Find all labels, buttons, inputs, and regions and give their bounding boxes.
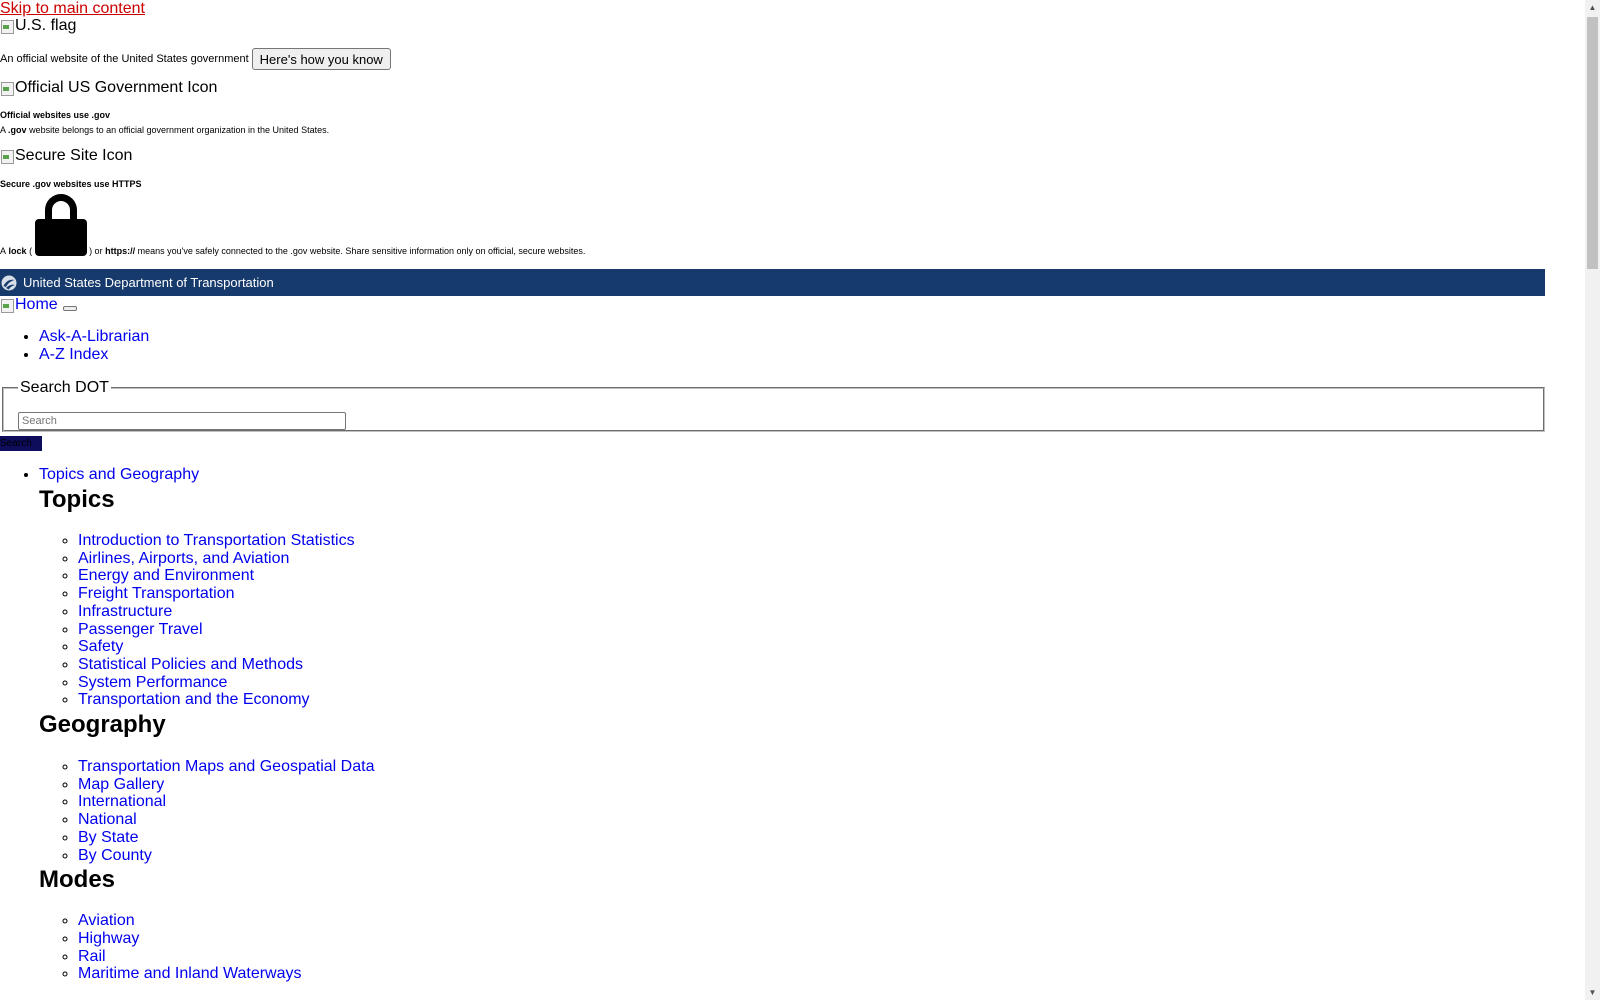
secure-icon-alt-text: Secure Site Icon bbox=[15, 147, 133, 164]
page: Skip to main content U.S. flag An offici… bbox=[0, 0, 1585, 1000]
topic-link[interactable]: Statistical Policies and Methods bbox=[78, 656, 303, 673]
topic-link[interactable]: Infrastructure bbox=[78, 603, 172, 620]
list-item: Safety bbox=[78, 638, 1539, 656]
secure-site-icon-image: Secure Site Icon bbox=[0, 147, 132, 165]
mode-link[interactable]: Maritime and Inland Waterways bbox=[78, 965, 302, 982]
list-item: National bbox=[78, 811, 1539, 829]
geography-link[interactable]: National bbox=[78, 811, 137, 828]
utility-item: Ask-A-Librarian bbox=[39, 328, 149, 346]
list-item: Statistical Policies and Methods bbox=[78, 656, 1539, 674]
ask-a-librarian-link[interactable]: Ask-A-Librarian bbox=[39, 328, 149, 345]
skip-to-main-link[interactable]: Skip to main content bbox=[0, 0, 145, 18]
list-item: Map Gallery bbox=[78, 776, 1539, 794]
list-item: Transportation and the Economy bbox=[78, 691, 1539, 709]
mode-link[interactable]: Aviation bbox=[78, 912, 135, 929]
topic-link[interactable]: Energy and Environment bbox=[78, 567, 254, 584]
utility-item: A-Z Index bbox=[39, 346, 149, 364]
list-item: System Performance bbox=[78, 674, 1539, 692]
list-item: Airlines, Airports, and Aviation bbox=[78, 550, 1539, 568]
list-item: Introduction to Transportation Statistic… bbox=[78, 532, 1539, 550]
list-item: Highway bbox=[78, 930, 1539, 948]
us-flag-alt-text: U.S. flag bbox=[15, 17, 77, 34]
gov-desc-suffix: website belongs to an official governmen… bbox=[29, 125, 330, 135]
dot-agency-name: United States Department of Transportati… bbox=[23, 275, 274, 290]
secure-desc-lock-word: lock bbox=[8, 246, 27, 256]
topic-link[interactable]: Freight Transportation bbox=[78, 585, 235, 602]
gov-desc-bold: .gov bbox=[8, 125, 27, 135]
secure-desc-rest: means you've safely connected to the .go… bbox=[137, 246, 586, 256]
modes-list: Aviation Highway Rail Maritime and Inlan… bbox=[39, 912, 1539, 983]
topics-heading: Topics bbox=[39, 486, 115, 513]
search-legend: Search DOT bbox=[20, 379, 109, 396]
secure-desc-paren-open: ( bbox=[29, 246, 33, 256]
scroll-up-arrow-icon[interactable]: ▲ bbox=[1585, 0, 1600, 15]
gov-description: A .gov website belongs to an official go… bbox=[0, 125, 329, 135]
utility-links: Ask-A-Librarian A-Z Index bbox=[0, 328, 149, 364]
topic-link[interactable]: Safety bbox=[78, 638, 123, 655]
broken-image-icon bbox=[0, 19, 14, 34]
topics-list: Introduction to Transportation Statistic… bbox=[39, 532, 1539, 709]
list-item: Aviation bbox=[78, 912, 1539, 930]
broken-image-icon bbox=[0, 298, 14, 313]
home-logo-link[interactable]: Home bbox=[0, 296, 58, 314]
home-alt-text: Home bbox=[15, 296, 58, 313]
main-navigation: Topics and Geography Topics Introduction… bbox=[0, 466, 1539, 983]
dot-agency-bar: United States Department of Transportati… bbox=[0, 269, 1545, 296]
geography-link[interactable]: By State bbox=[78, 829, 138, 846]
secure-title: Secure .gov websites use HTTPS bbox=[0, 179, 142, 189]
header-home-row: Home bbox=[0, 296, 77, 314]
secure-desc-paren-close: ) or bbox=[89, 246, 103, 256]
gov-desc-prefix: A bbox=[0, 125, 6, 135]
list-item: Maritime and Inland Waterways bbox=[78, 965, 1539, 983]
search-button[interactable]: Search bbox=[0, 436, 42, 451]
list-item: Infrastructure bbox=[78, 603, 1539, 621]
heres-how-you-know-button[interactable]: Here's how you know bbox=[251, 48, 391, 70]
topic-link[interactable]: Introduction to Transportation Statistic… bbox=[78, 532, 355, 549]
geography-link[interactable]: International bbox=[78, 793, 166, 810]
list-item: Transportation Maps and Geospatial Data bbox=[78, 758, 1539, 776]
geography-link[interactable]: Map Gallery bbox=[78, 776, 164, 793]
secure-description: A lock ( ) or https:// means you've safe… bbox=[0, 190, 585, 256]
search-input[interactable] bbox=[18, 412, 346, 430]
geography-heading: Geography bbox=[39, 711, 166, 739]
dot-logo-icon bbox=[1, 275, 17, 290]
search-fieldset: Search DOT bbox=[2, 380, 1545, 432]
secure-desc-https: https:// bbox=[105, 246, 136, 256]
list-item: By County bbox=[78, 847, 1539, 865]
geography-list: Transportation Maps and Geospatial Data … bbox=[39, 758, 1539, 864]
topic-link[interactable]: System Performance bbox=[78, 674, 227, 691]
list-item: By State bbox=[78, 829, 1539, 847]
topic-link[interactable]: Passenger Travel bbox=[78, 621, 203, 638]
mode-link[interactable]: Rail bbox=[78, 948, 106, 965]
broken-image-icon bbox=[0, 149, 14, 164]
vertical-scrollbar[interactable]: ▲ ▼ bbox=[1585, 0, 1600, 1000]
list-item: International bbox=[78, 793, 1539, 811]
broken-image-icon bbox=[0, 81, 14, 96]
a-z-index-link[interactable]: A-Z Index bbox=[39, 346, 108, 363]
list-item: Freight Transportation bbox=[78, 585, 1539, 603]
list-item: Passenger Travel bbox=[78, 621, 1539, 639]
menu-toggle-button[interactable] bbox=[62, 305, 77, 311]
us-flag-image: U.S. flag bbox=[0, 17, 76, 35]
list-item: Energy and Environment bbox=[78, 567, 1539, 585]
scroll-down-arrow-icon[interactable]: ▼ bbox=[1585, 985, 1600, 1000]
modes-heading: Modes bbox=[39, 866, 116, 894]
nav-item-topics-geography: Topics and Geography Topics Introduction… bbox=[39, 466, 1539, 983]
topic-link[interactable]: Transportation and the Economy bbox=[78, 691, 310, 708]
geography-link[interactable]: Transportation Maps and Geospatial Data bbox=[78, 758, 374, 775]
topic-link[interactable]: Airlines, Airports, and Aviation bbox=[78, 550, 289, 567]
lock-icon bbox=[35, 194, 88, 256]
official-website-line: An official website of the United States… bbox=[0, 48, 391, 70]
official-website-text: An official website of the United States… bbox=[0, 53, 249, 65]
official-gov-icon-image: Official US Government Icon bbox=[0, 79, 217, 97]
list-item: Rail bbox=[78, 948, 1539, 966]
topics-and-geography-link[interactable]: Topics and Geography bbox=[39, 466, 199, 484]
scrollbar-thumb[interactable] bbox=[1587, 17, 1598, 269]
gov-icon-alt-text: Official US Government Icon bbox=[15, 79, 218, 96]
gov-title: Official websites use .gov bbox=[0, 110, 111, 120]
secure-desc-a: A bbox=[0, 246, 7, 256]
mode-link[interactable]: Highway bbox=[78, 930, 139, 947]
geography-link[interactable]: By County bbox=[78, 847, 152, 864]
